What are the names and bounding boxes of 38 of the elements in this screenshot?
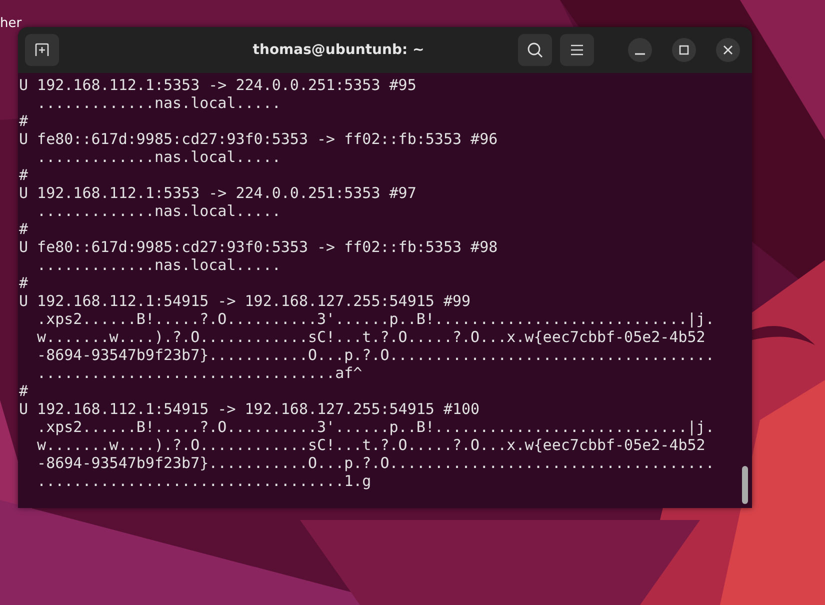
minimize-button[interactable] [628, 38, 652, 62]
terminal-line: # [19, 274, 30, 292]
terminal-line: -8694-93547b9f23b7}...........O...p.?.O.................................... [36, 454, 716, 472]
minimize-icon [635, 53, 645, 55]
terminal-line: w.......w....).?.O............sC!...t.?.O.....?.O...x.w{eec7cbbf-05e2-4b52 [36, 436, 706, 454]
terminal-line: -8694-93547b9f23b7}...........O...p.?.O.................................... [36, 346, 716, 364]
terminal-line: w.......w....).?.O............sC!...t.?.O.....?.O...x.w{eec7cbbf-05e2-4b52 [36, 328, 706, 346]
terminal-line: U 192.168.112.1:5353 -> 224.0.0.251:5353 #97 [19, 184, 418, 202]
terminal-line: # [19, 112, 30, 130]
scrollbar-thumb[interactable] [742, 466, 748, 504]
maximize-icon [679, 45, 689, 55]
terminal-line: .................................af^ [36, 364, 364, 382]
terminal-line: U fe80::617d:9985:cd27:93f0:5353 -> ff02::fb:5353 #96 [19, 130, 499, 148]
terminal-line: .............nas.local..... [36, 94, 282, 112]
menu-button[interactable] [560, 34, 594, 66]
terminal-line: .............nas.local..... [36, 202, 282, 220]
menu-icon [570, 44, 584, 56]
terminal-line: U 192.168.112.1:5353 -> 224.0.0.251:5353 #95 [19, 76, 418, 94]
desktop-icon-label[interactable]: her [0, 16, 22, 31]
terminal-line: # [19, 166, 30, 184]
terminal-line: .xps2......B!.....?.O..........3'......p..B!............................|j. [36, 310, 716, 328]
terminal-line: U 192.168.112.1:54915 -> 192.168.127.255:54915 #99 [19, 292, 472, 310]
terminal-line: ..................................1.g [36, 472, 372, 490]
terminal-line: # [19, 382, 30, 400]
window-title: thomas@ubuntunb: ~ [252, 42, 426, 58]
search-icon [527, 42, 543, 58]
terminal-line: U fe80::617d:9985:cd27:93f0:5353 -> ff02::fb:5353 #98 [19, 238, 499, 256]
new-tab-button[interactable] [25, 34, 59, 66]
terminal-line: .xps2......B!.....?.O..........3'......p..B!............................|j. [36, 418, 716, 436]
terminal-line: .............nas.local..... [36, 148, 282, 166]
terminal-line: # [19, 220, 30, 238]
terminal-line: U 192.168.112.1:54915 -> 192.168.127.255:54915 #100 [19, 400, 481, 418]
maximize-button[interactable] [672, 38, 696, 62]
close-button[interactable] [716, 38, 740, 62]
search-button[interactable] [518, 34, 552, 66]
new-tab-icon [35, 43, 49, 57]
terminal-line: .............nas.local..... [36, 256, 282, 274]
close-icon [723, 45, 733, 55]
